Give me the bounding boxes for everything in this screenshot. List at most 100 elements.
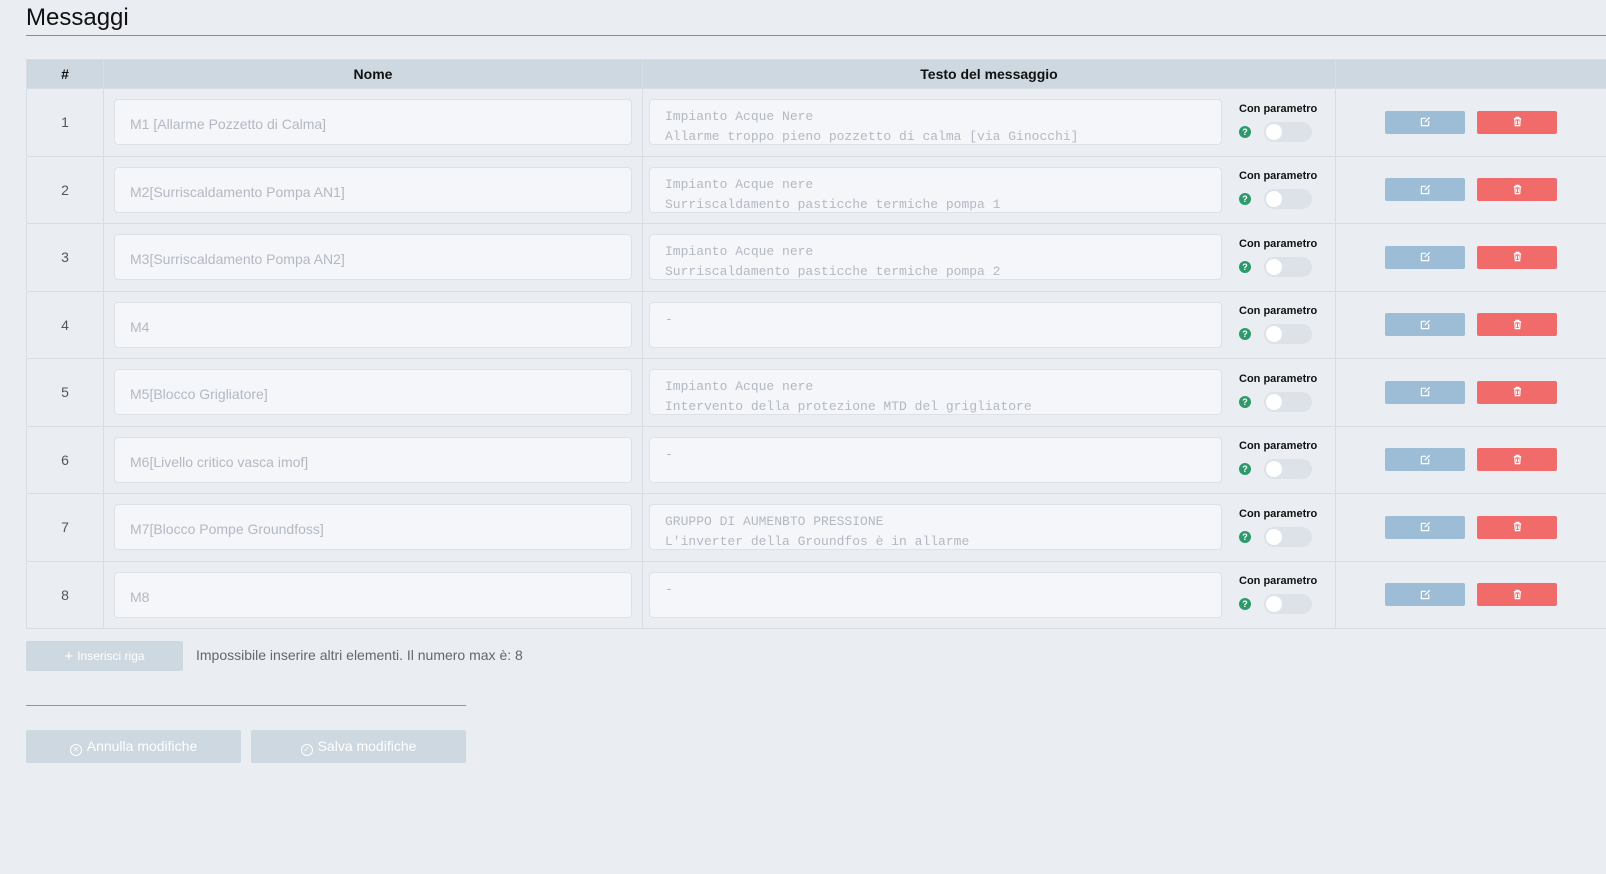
param-label: Con parametro <box>1239 305 1318 318</box>
param-toggle[interactable] <box>1264 189 1312 210</box>
table-row: 4 M4 - Con parametro ? <box>26 290 1606 359</box>
message-name-input[interactable]: M7[Blocco Pompe Groundfoss] <box>114 504 632 551</box>
name-cell: M8 <box>103 560 643 629</box>
header-name: Nome <box>103 59 643 89</box>
delete-button[interactable] <box>1477 313 1557 337</box>
question-icon[interactable]: ? <box>1239 463 1251 476</box>
edit-button[interactable] <box>1385 178 1465 202</box>
message-text-area[interactable]: - <box>649 436 1222 483</box>
actions-cell <box>1335 425 1606 494</box>
message-text-area[interactable]: GRUPPO DI AUMENBTO PRESSIONE L'inverter … <box>649 504 1222 551</box>
message-text-area[interactable]: Impianto Acque nere Surriscaldamento pas… <box>649 234 1222 281</box>
row-number: 5 <box>26 358 104 427</box>
table-row: 7 M7[Blocco Pompe Groundfoss] GRUPPO DI … <box>26 493 1606 562</box>
add-row-label: Inserisci riga <box>77 649 145 663</box>
question-icon[interactable]: ? <box>1239 260 1251 273</box>
message-text-area[interactable]: Impianto Acque nere Intervento della pro… <box>649 369 1222 416</box>
edit-button[interactable] <box>1385 448 1465 472</box>
message-name-input[interactable]: M1 [Allarme Pozzetto di Calma] <box>114 99 632 146</box>
question-icon[interactable]: ? <box>1239 598 1251 611</box>
param-group: Con parametro ? <box>1239 170 1319 210</box>
name-cell: M5[Blocco Grigliatore] <box>103 358 643 427</box>
trash-icon <box>1512 251 1523 263</box>
param-toggle[interactable] <box>1264 391 1312 412</box>
message-name-input[interactable]: M6[Livello critico vasca imof] <box>114 436 632 483</box>
param-group: Con parametro ? <box>1239 440 1319 480</box>
param-group: Con parametro ? <box>1239 373 1319 412</box>
message-name-input[interactable]: M8 <box>114 571 632 618</box>
toggle-knob <box>1266 528 1282 545</box>
delete-button[interactable] <box>1477 448 1557 472</box>
param-label: Con parametro <box>1239 170 1318 183</box>
name-cell: M7[Blocco Pompe Groundfoss] <box>103 493 643 562</box>
name-cell: M2[Surriscaldamento Pompa AN1] <box>103 155 643 224</box>
delete-button[interactable] <box>1477 583 1557 607</box>
edit-icon <box>1420 453 1431 465</box>
add-row-button[interactable]: + Inserisci riga <box>26 641 183 671</box>
message-text-area[interactable]: - <box>649 301 1222 348</box>
delete-button[interactable] <box>1477 245 1557 269</box>
delete-button[interactable] <box>1477 110 1557 134</box>
trash-icon <box>1512 453 1523 465</box>
edit-icon <box>1420 116 1431 128</box>
message-text-area[interactable]: Impianto Acque Nere Allarme troppo pieno… <box>649 99 1222 146</box>
message-name-input[interactable]: M4 <box>114 301 632 348</box>
question-icon[interactable]: ? <box>1239 193 1251 206</box>
question-icon[interactable]: ? <box>1239 328 1251 341</box>
max-elements-message: Impossibile inserire altri elementi. Il … <box>196 647 523 663</box>
message-text-area[interactable]: Impianto Acque nere Surriscaldamento pas… <box>649 166 1222 213</box>
text-cell: - Con parametro ? <box>642 290 1336 359</box>
param-toggle[interactable] <box>1264 324 1312 345</box>
param-toggle[interactable] <box>1264 121 1312 142</box>
param-toggle[interactable] <box>1264 256 1312 277</box>
name-cell: M6[Livello critico vasca imof] <box>103 425 643 494</box>
header-num: # <box>26 59 104 89</box>
param-toggle[interactable] <box>1264 459 1312 480</box>
question-icon[interactable]: ? <box>1239 125 1251 138</box>
param-label: Con parametro <box>1239 440 1318 453</box>
message-name-input[interactable]: M2[Surriscaldamento Pompa AN1] <box>114 166 632 213</box>
text-cell: - Con parametro ? <box>642 425 1336 494</box>
edit-button[interactable] <box>1385 515 1465 539</box>
message-name-input[interactable]: M5[Blocco Grigliatore] <box>114 369 632 416</box>
circle-x-icon: ✕ <box>69 744 82 756</box>
cancel-changes-button[interactable]: ✕ Annulla modifiche <box>26 730 241 763</box>
circle-check-icon: ✓ <box>300 744 313 756</box>
row-number: 6 <box>26 425 104 494</box>
text-cell: Impianto Acque nere Surriscaldamento pas… <box>642 155 1336 224</box>
edit-button[interactable] <box>1385 245 1465 269</box>
edit-button[interactable] <box>1385 110 1465 134</box>
title-divider <box>26 35 1606 36</box>
param-label: Con parametro <box>1239 372 1318 385</box>
toggle-knob <box>1266 596 1282 613</box>
toggle-knob <box>1266 191 1282 208</box>
toggle-knob <box>1266 258 1282 275</box>
page: Messaggi # Nome Testo del messaggio 1 M1… <box>0 0 1606 874</box>
actions-cell <box>1335 290 1606 359</box>
toggle-knob <box>1266 461 1282 478</box>
message-text-area[interactable]: - <box>649 571 1222 618</box>
param-toggle[interactable] <box>1264 526 1312 547</box>
delete-button[interactable] <box>1477 380 1557 404</box>
edit-button[interactable] <box>1385 380 1465 404</box>
param-group: Con parametro ? <box>1239 575 1319 615</box>
delete-button[interactable] <box>1477 178 1557 202</box>
name-cell: M4 <box>103 290 643 359</box>
cancel-label: Annulla modifiche <box>86 738 198 754</box>
edit-icon <box>1420 318 1431 330</box>
actions-cell <box>1335 88 1606 157</box>
edit-icon <box>1420 251 1431 263</box>
save-changes-button[interactable]: ✓ Salva modifiche <box>251 730 466 763</box>
save-label: Salva modifiche <box>317 738 417 754</box>
param-toggle[interactable] <box>1264 594 1312 615</box>
table-row: 6 M6[Livello critico vasca imof] - Con p… <box>26 425 1606 494</box>
edit-button[interactable] <box>1385 583 1465 607</box>
message-name-input[interactable]: M3[Surriscaldamento Pompa AN2] <box>114 234 632 281</box>
delete-button[interactable] <box>1477 515 1557 539</box>
row-number: 3 <box>26 223 104 292</box>
actions-cell <box>1335 358 1606 427</box>
page-title: Messaggi <box>26 4 129 31</box>
edit-button[interactable] <box>1385 313 1465 337</box>
question-icon[interactable]: ? <box>1239 530 1251 543</box>
question-icon[interactable]: ? <box>1239 395 1251 408</box>
